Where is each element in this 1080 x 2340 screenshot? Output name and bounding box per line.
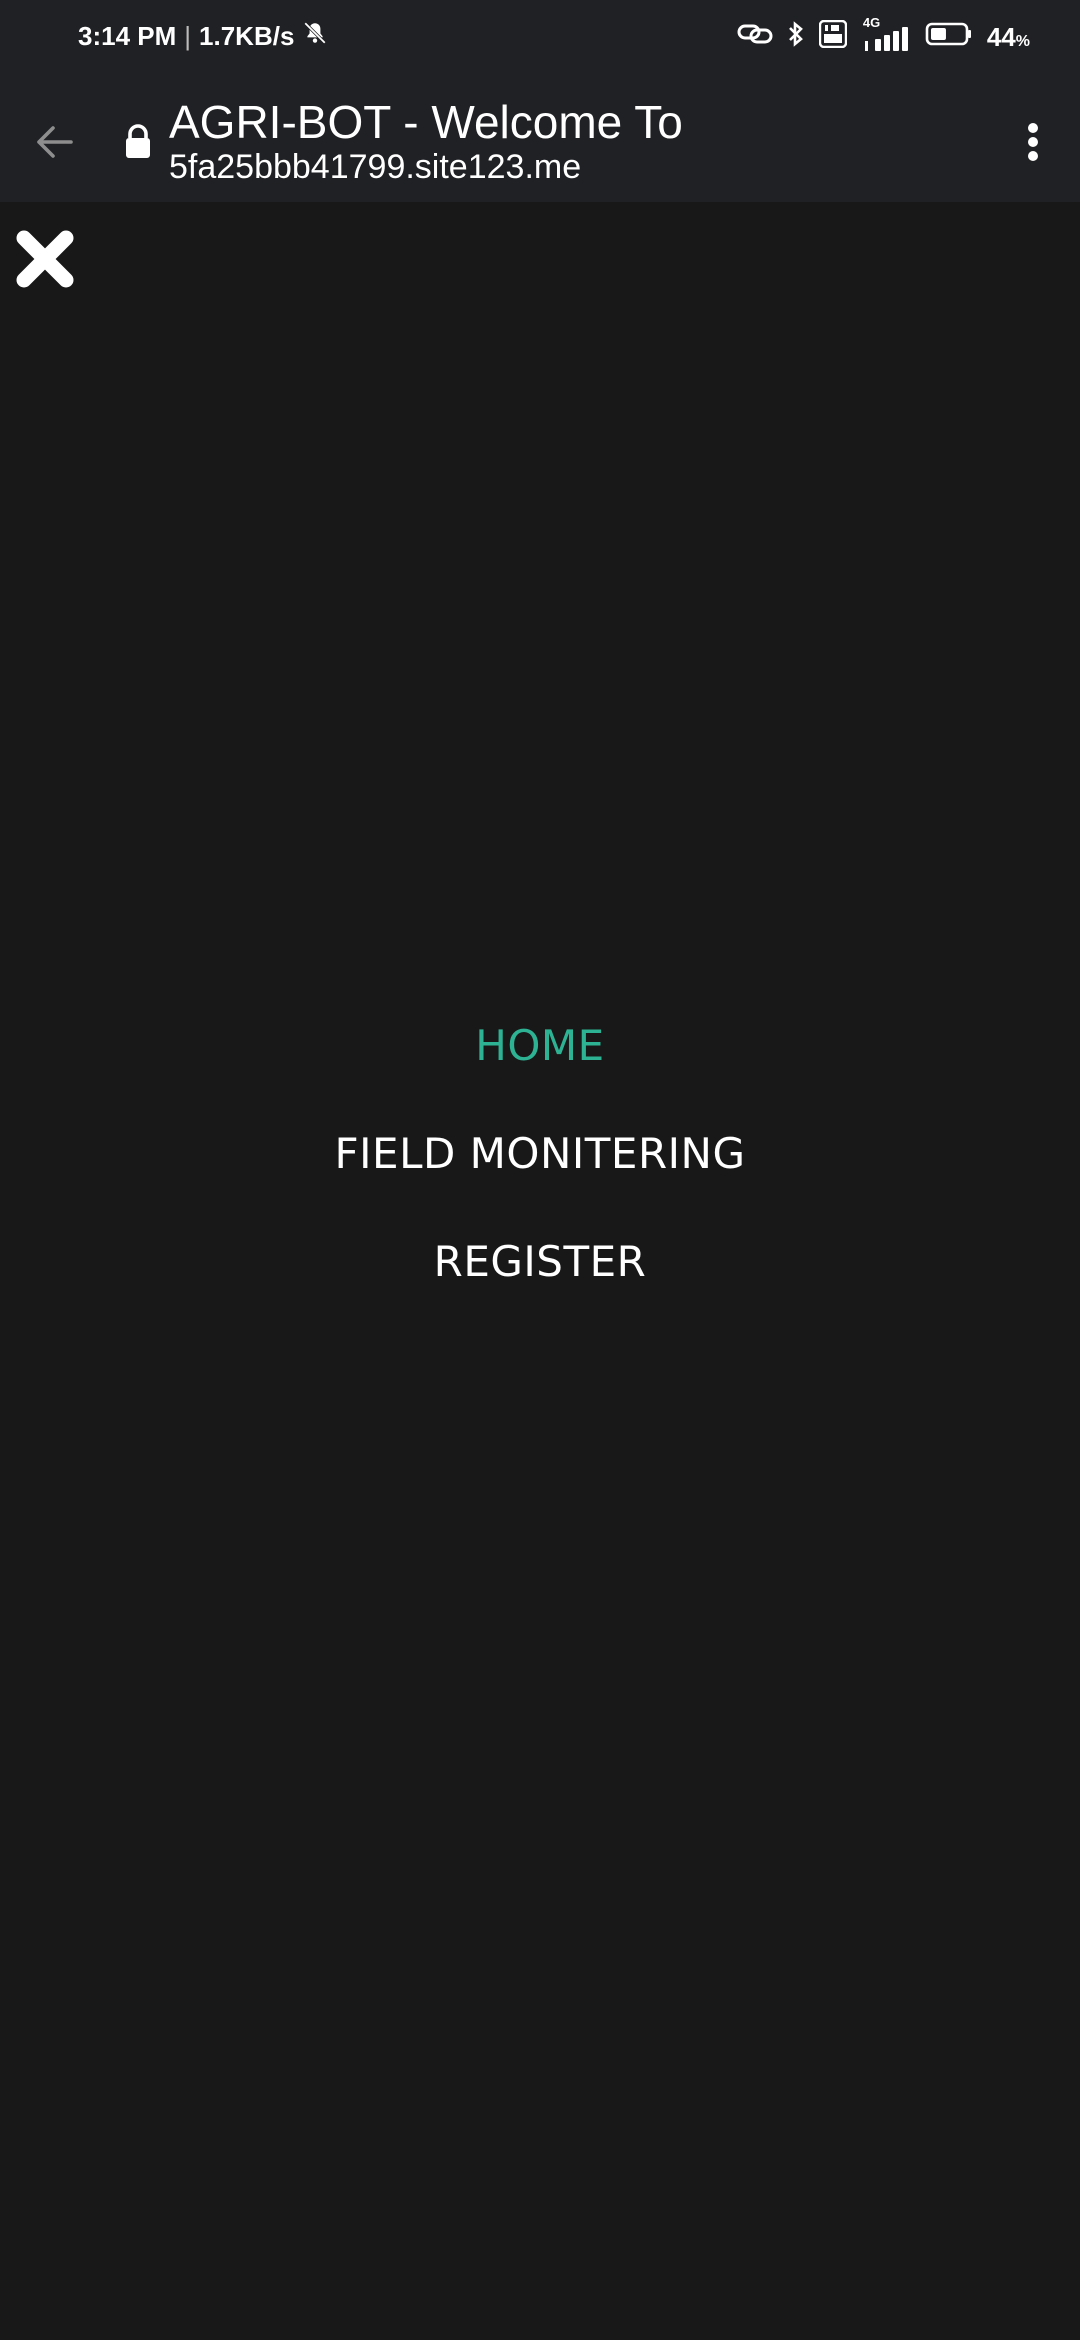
- nav-item-field-monitering[interactable]: FIELD MONITERING: [0, 1100, 1080, 1208]
- status-right: 4G 44%: [737, 15, 1030, 55]
- menu-overlay: HOME FIELD MONITERING REGISTER: [0, 202, 1080, 2340]
- status-left: 3:14 PM | 1.7KB/s: [78, 20, 328, 53]
- status-separator: |: [184, 21, 192, 51]
- nav-item-register[interactable]: REGISTER: [0, 1208, 1080, 1316]
- volte-icon: [818, 19, 848, 55]
- link-icon: [737, 21, 773, 54]
- battery-percent: 44%: [986, 22, 1030, 52]
- signal-icon: 4G: [861, 15, 911, 53]
- lock-icon: [124, 124, 152, 160]
- close-icon: [16, 230, 74, 288]
- more-vert-icon: [1028, 123, 1038, 161]
- status-bar: 3:14 PM | 1.7KB/s 4G 44%: [0, 0, 1080, 80]
- main-nav: HOME FIELD MONITERING REGISTER: [0, 992, 1080, 1316]
- url-bar[interactable]: AGRI-BOT - Welcome To 5fa25bbb41799.site…: [169, 96, 989, 186]
- back-button[interactable]: [28, 117, 78, 167]
- bluetooth-icon: [787, 21, 805, 54]
- page-host: 5fa25bbb41799.site123.me: [169, 148, 582, 186]
- arrow-left-icon: [37, 126, 73, 158]
- browser-toolbar: AGRI-BOT - Welcome To 5fa25bbb41799.site…: [0, 80, 1080, 202]
- nav-item-home[interactable]: HOME: [0, 992, 1080, 1100]
- status-speed: 1.7KB/s: [199, 21, 295, 51]
- mute-bell-icon: [302, 20, 328, 53]
- battery-icon: [925, 21, 973, 54]
- page-title: AGRI-BOT - Welcome To: [169, 96, 683, 148]
- overflow-menu-button[interactable]: [1008, 116, 1058, 168]
- status-time: 3:14 PM: [78, 21, 177, 51]
- battery-unit: %: [1015, 33, 1030, 50]
- close-button[interactable]: [14, 228, 76, 290]
